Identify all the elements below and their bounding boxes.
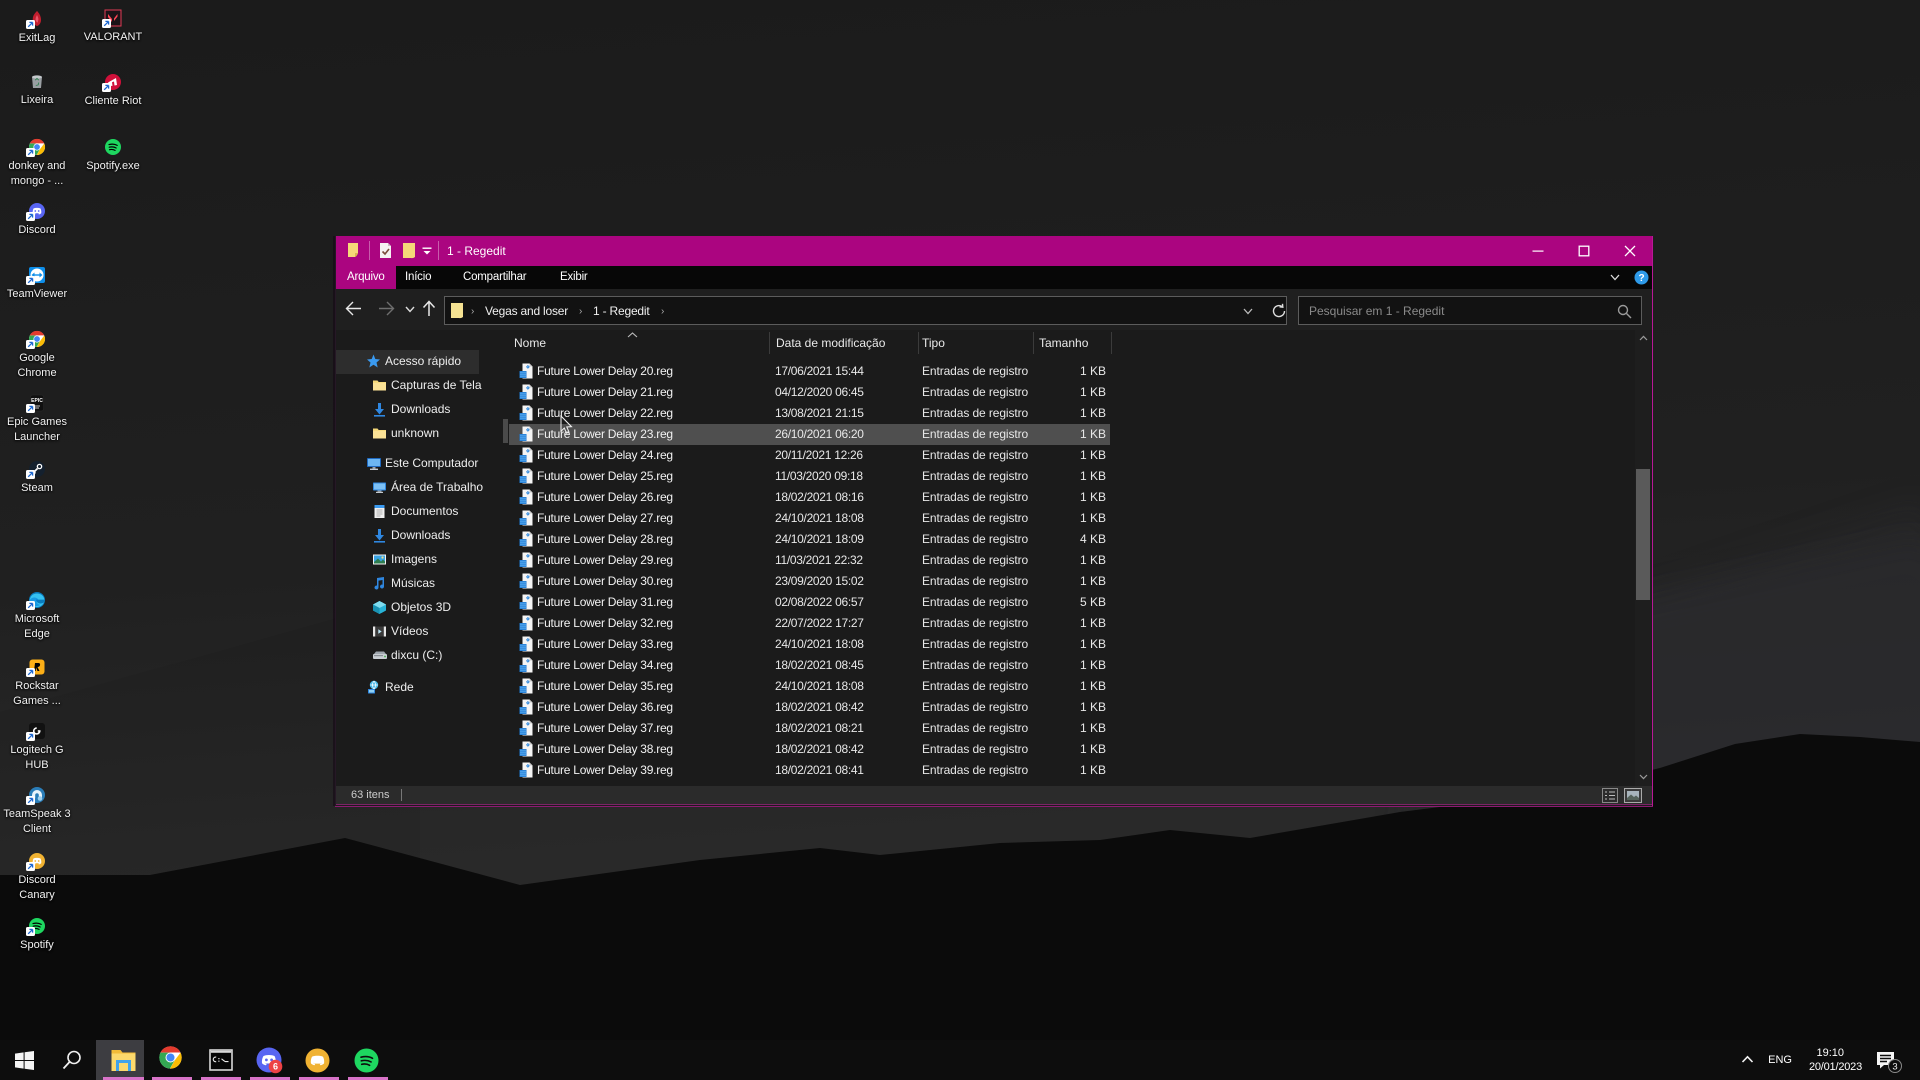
svg-text:?: ? bbox=[1638, 273, 1644, 284]
svg-text:3: 3 bbox=[1892, 1061, 1897, 1072]
svg-text:6: 6 bbox=[272, 1061, 277, 1071]
